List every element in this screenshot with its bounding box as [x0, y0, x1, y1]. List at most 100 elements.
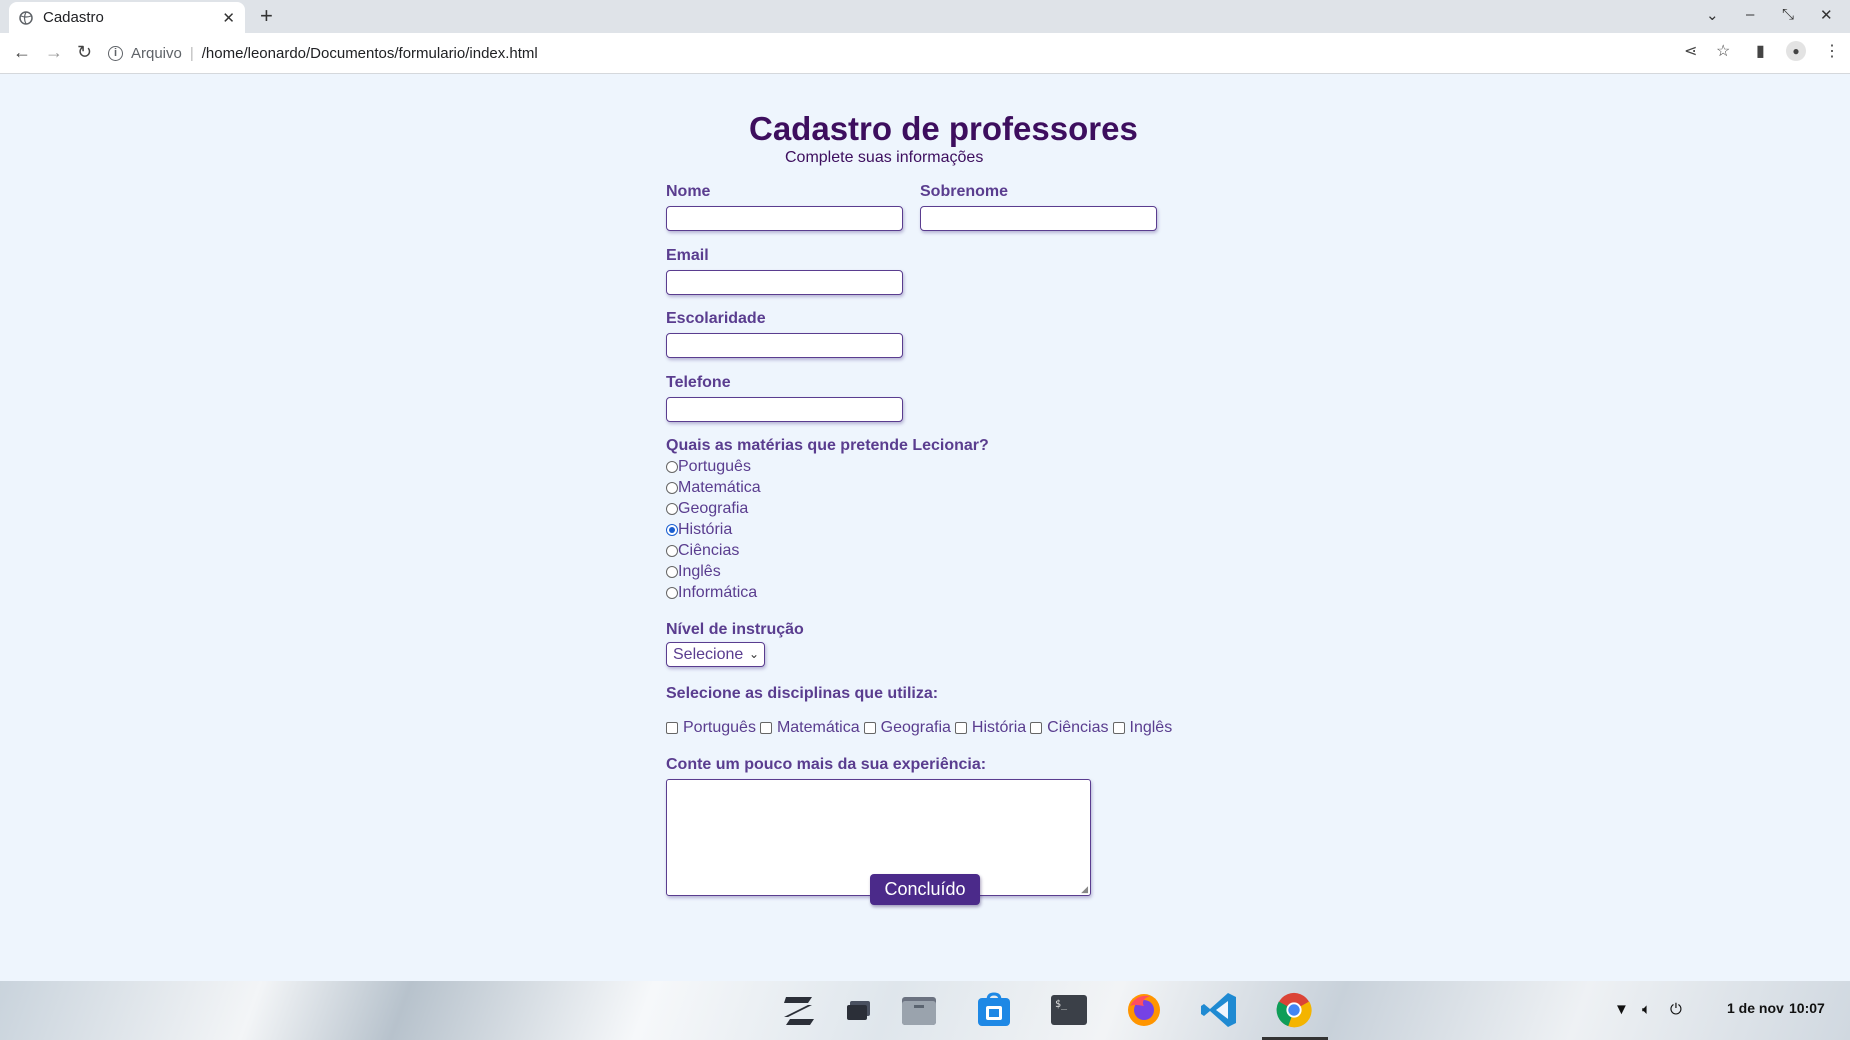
radio-option[interactable]: Informática: [666, 584, 757, 602]
vscode-icon[interactable]: [1200, 991, 1238, 1029]
info-icon[interactable]: i: [108, 45, 123, 61]
new-tab-icon[interactable]: +: [260, 4, 273, 28]
close-window-icon[interactable]: ✕: [1820, 6, 1833, 24]
time-label[interactable]: 10:07: [1789, 1000, 1825, 1016]
radio-option[interactable]: História: [666, 521, 732, 539]
nome-input[interactable]: [666, 206, 903, 231]
radio-option[interactable]: Geografia: [666, 500, 748, 518]
minimize-icon[interactable]: –: [1746, 6, 1754, 23]
tab-strip: Cadastro ✕ + ⌄ – ⤡ ✕: [0, 0, 1850, 33]
forward-icon[interactable]: →: [45, 42, 63, 62]
zorin-menu-icon[interactable]: [780, 991, 818, 1029]
browser-toolbar: ← → ↻ i Arquivo | /home/leonardo/Documen…: [0, 33, 1850, 74]
checkbox-option[interactable]: Português: [666, 719, 756, 737]
concluido-button[interactable]: Concluído: [870, 874, 980, 905]
radio-button[interactable]: [666, 461, 678, 473]
radio-label: Geografia: [678, 500, 749, 517]
radio-option[interactable]: Matemática: [666, 479, 761, 497]
radio-label: Informática: [678, 584, 758, 601]
menu-kebab-icon[interactable]: ⋮: [1824, 43, 1840, 61]
profile-avatar-icon[interactable]: ●: [1786, 41, 1806, 61]
page-content: Cadastro de professores Complete suas in…: [0, 74, 1850, 981]
checkbox-option[interactable]: Ciências: [1030, 719, 1109, 737]
checkbox-option[interactable]: Geografia: [863, 719, 951, 737]
checkbox-label: História: [971, 719, 1027, 736]
radio-option[interactable]: Ciências: [666, 542, 739, 560]
volume-icon[interactable]: 🔈︎: [1642, 1001, 1651, 1018]
sobrenome-input[interactable]: [920, 206, 1157, 231]
nivel-label: Nível de instrução: [666, 621, 804, 638]
radio-label: Matemática: [678, 479, 761, 496]
tab-title: Cadastro: [43, 9, 104, 26]
address-scheme: Arquivo: [131, 44, 182, 62]
checkbox-option[interactable]: História: [954, 719, 1027, 737]
page-title: Cadastro de professores: [749, 110, 1138, 147]
checkbox-label: Português: [683, 719, 756, 736]
checkbox-option[interactable]: Matemática: [759, 719, 860, 737]
escolaridade-label: Escolaridade: [666, 310, 766, 327]
reload-icon[interactable]: ↻: [77, 42, 92, 62]
side-panel-icon[interactable]: ▮: [1756, 43, 1765, 61]
radio-option[interactable]: Português: [666, 458, 751, 476]
telefone-input[interactable]: [666, 397, 903, 422]
tab-search-icon[interactable]: ⌄: [1706, 6, 1719, 24]
checkbox[interactable]: [1030, 722, 1043, 734]
experiencia-label: Conte um pouco mais da sua experiência:: [666, 756, 987, 773]
checkbox-label: Inglês: [1129, 719, 1173, 736]
chrome-icon[interactable]: [1275, 991, 1313, 1029]
wifi-icon[interactable]: ▼: [1614, 1001, 1629, 1018]
email-input[interactable]: [666, 270, 903, 295]
address-separator: |: [189, 44, 194, 62]
chevron-down-icon: ⌄: [748, 647, 759, 661]
radio-label: Português: [678, 458, 751, 475]
checkbox-option[interactable]: Inglês: [1112, 719, 1173, 737]
radio-label: Ciências: [678, 542, 740, 559]
resize-grip-icon[interactable]: ◢: [1081, 884, 1088, 895]
disciplinas-label: Selecione as disciplinas que utiliza:: [666, 685, 939, 702]
checkbox[interactable]: [666, 722, 678, 734]
materias-label: Quais as matérias que pretende Lecionar?: [666, 437, 989, 454]
firefox-icon[interactable]: [1125, 991, 1163, 1029]
escolaridade-input[interactable]: [666, 333, 903, 358]
address-url[interactable]: /home/leonardo/Documentos/formulario/ind…: [202, 45, 538, 62]
sobrenome-label: Sobrenome: [920, 183, 1009, 200]
radio-button[interactable]: [666, 566, 678, 578]
radio-button[interactable]: [666, 587, 678, 599]
back-icon[interactable]: ←: [13, 42, 31, 62]
software-store-icon[interactable]: [975, 991, 1013, 1029]
window-switcher-icon[interactable]: [840, 991, 878, 1029]
checkbox[interactable]: [759, 722, 772, 734]
radio-button-checked[interactable]: [666, 524, 678, 536]
nivel-select[interactable]: Selecione ⌄: [666, 642, 765, 667]
files-icon[interactable]: [900, 991, 938, 1029]
globe-icon: [19, 10, 33, 25]
email-label: Email: [666, 247, 709, 264]
radio-button[interactable]: [666, 545, 678, 557]
terminal-icon[interactable]: $_: [1050, 991, 1088, 1029]
address-bar[interactable]: i Arquivo | /home/leonardo/Documentos/fo…: [108, 38, 1728, 68]
checkbox-label: Geografia: [880, 719, 951, 736]
date-label[interactable]: 1 de nov: [1727, 1000, 1784, 1016]
share-icon[interactable]: ⋖: [1684, 43, 1697, 61]
svg-text:$_: $_: [1055, 999, 1068, 1010]
page-subtitle: Complete suas informações: [785, 149, 984, 166]
checkbox[interactable]: [863, 722, 876, 734]
radio-button[interactable]: [666, 503, 678, 515]
restore-icon[interactable]: ⤡: [1782, 6, 1794, 23]
radio-label: Inglês: [678, 563, 721, 580]
nivel-select-value: Selecione: [673, 645, 744, 663]
checkbox-label: Matemática: [776, 719, 860, 736]
radio-button[interactable]: [666, 482, 678, 494]
checkbox[interactable]: [1112, 722, 1125, 734]
close-tab-icon[interactable]: ✕: [222, 9, 235, 27]
nome-label: Nome: [666, 183, 711, 200]
bookmark-star-icon[interactable]: ☆: [1716, 43, 1730, 61]
os-taskbar: $_ ▼ 🔈︎ ⏻ 1 de nov 10:07: [0, 981, 1850, 1040]
checkbox-label: Ciências: [1047, 719, 1109, 736]
telefone-label: Telefone: [666, 374, 731, 391]
disciplinas-checkbox-group: Português Matemática Geografia História …: [666, 719, 1176, 737]
browser-tab[interactable]: Cadastro ✕: [9, 2, 245, 33]
power-icon[interactable]: ⏻: [1670, 1001, 1682, 1018]
checkbox[interactable]: [954, 722, 967, 734]
radio-option[interactable]: Inglês: [666, 563, 721, 581]
